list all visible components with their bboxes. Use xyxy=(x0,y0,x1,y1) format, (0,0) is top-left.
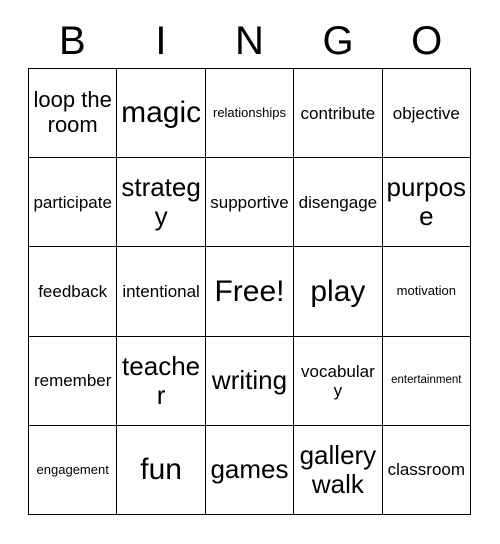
bingo-cell-free[interactable]: Free! xyxy=(205,247,295,337)
bingo-cell[interactable]: classroom xyxy=(382,425,471,515)
bingo-grid: loop the room magic relationships contri… xyxy=(28,68,471,515)
bingo-cell[interactable]: gallery walk xyxy=(294,425,383,515)
bingo-card: B I N G O loop the room magic relationsh… xyxy=(0,0,500,544)
bingo-cell[interactable]: strategy xyxy=(117,158,206,248)
bingo-cell[interactable]: disengage xyxy=(294,158,383,248)
bingo-cell[interactable]: games xyxy=(205,425,295,515)
bingo-cell[interactable]: fun xyxy=(117,425,206,515)
bingo-cell[interactable]: remember xyxy=(29,336,118,426)
bingo-cell-label: classroom xyxy=(387,460,466,480)
bingo-cell[interactable]: engagement xyxy=(29,425,118,515)
bingo-cell-label: writing xyxy=(211,365,288,396)
bingo-header: B I N G O xyxy=(28,18,471,64)
bingo-cell-label: magic xyxy=(121,96,202,130)
bingo-cell[interactable]: supportive xyxy=(205,158,295,248)
bingo-cell-label: motivation xyxy=(396,283,456,299)
header-letter-g: G xyxy=(322,19,354,63)
bingo-cell-label: feedback xyxy=(38,281,108,301)
bingo-cell-label: participate xyxy=(33,192,112,212)
bingo-cell[interactable]: vocabulary xyxy=(294,336,383,426)
bingo-cell-label: engagement xyxy=(36,461,109,477)
bingo-cell-label: loop the room xyxy=(33,87,112,138)
bingo-cell-label: objective xyxy=(392,103,460,123)
bingo-cell-label: strategy xyxy=(121,172,201,232)
header-letter-i: I xyxy=(155,19,167,63)
bingo-cell[interactable]: writing xyxy=(205,336,295,426)
bingo-cell[interactable]: magic xyxy=(117,69,206,159)
bingo-cell-label: entertainment xyxy=(391,374,462,387)
bingo-cell-label: intentional xyxy=(122,281,200,301)
bingo-cell-label: contribute xyxy=(300,103,376,123)
bingo-cell[interactable]: objective xyxy=(382,69,471,159)
bingo-cell-label: fun xyxy=(140,453,182,487)
bingo-cell-label: Free! xyxy=(214,274,285,308)
bingo-cell[interactable]: contribute xyxy=(294,69,383,159)
bingo-cell[interactable]: play xyxy=(294,247,383,337)
bingo-cell-label: relationships xyxy=(212,104,286,120)
bingo-cell[interactable]: teacher xyxy=(117,336,206,426)
bingo-cell-label: vocabulary xyxy=(301,361,375,400)
bingo-cell-label: games xyxy=(210,454,289,485)
bingo-cell-label: gallery walk xyxy=(299,439,377,499)
header-letter-n: N xyxy=(235,19,264,63)
bingo-cell[interactable]: participate xyxy=(29,158,118,248)
bingo-cell-label: supportive xyxy=(210,192,289,212)
bingo-cell[interactable]: feedback xyxy=(29,247,118,337)
bingo-cell-label: play xyxy=(310,274,366,308)
bingo-cell[interactable]: purpose xyxy=(382,158,471,248)
bingo-cell[interactable]: relationships xyxy=(205,69,295,159)
bingo-cell[interactable]: intentional xyxy=(117,247,206,337)
header-letter-b: B xyxy=(58,19,86,63)
bingo-cell[interactable]: loop the room xyxy=(29,69,118,159)
bingo-cell[interactable]: motivation xyxy=(382,247,471,337)
bingo-cell-label: remember xyxy=(33,371,112,391)
header-letter-o: O xyxy=(411,19,443,63)
bingo-cell-label: purpose xyxy=(386,172,467,232)
bingo-cell[interactable]: entertainment xyxy=(382,336,471,426)
bingo-cell-label: disengage xyxy=(298,192,378,212)
bingo-cell-label: teacher xyxy=(122,350,201,410)
